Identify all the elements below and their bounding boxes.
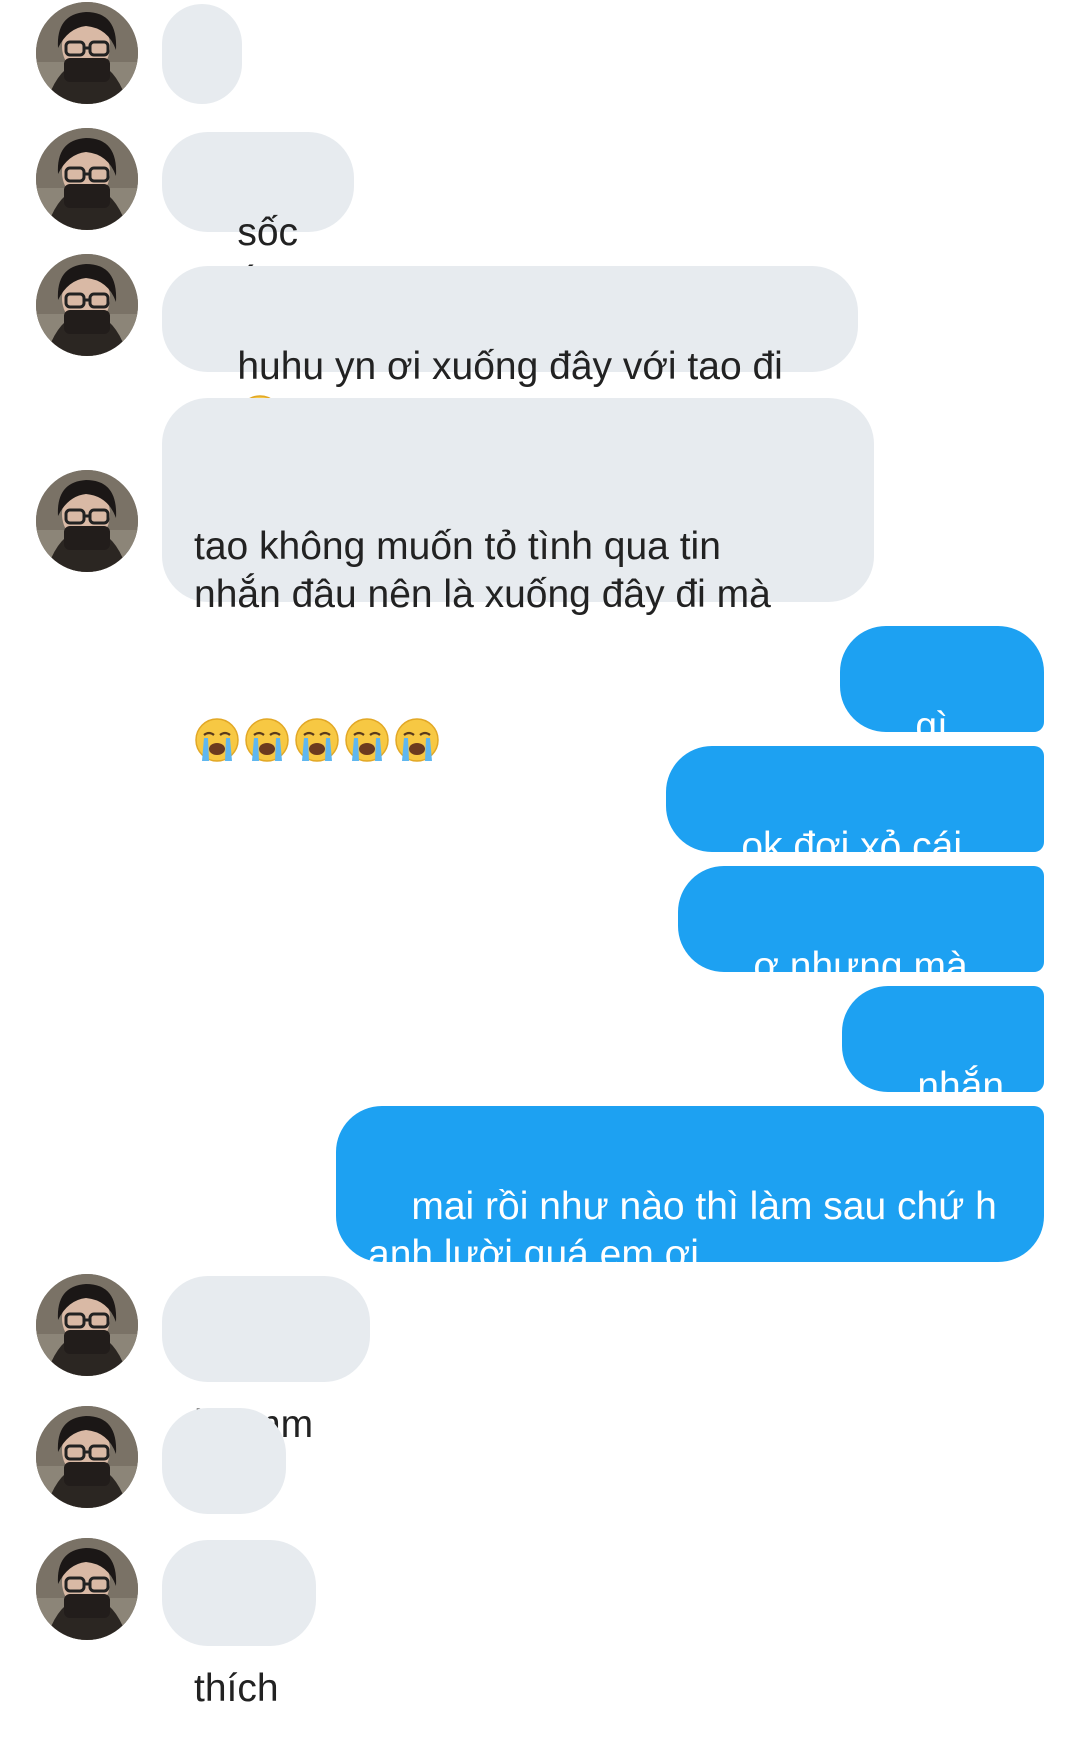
outgoing-message-bubble[interactable]: ơ nhưng mà thôi: [678, 866, 1044, 1036]
incoming-message-bubble[interactable]: hmmm: [162, 1276, 370, 1446]
loudly-crying-face-icon: [194, 717, 240, 763]
incoming-message-bubble[interactable]: thích: [162, 1540, 316, 1710]
incoming-message-bubble[interactable]: tao: [162, 1408, 286, 1578]
avatar[interactable]: [36, 2, 138, 104]
outgoing-message-bubble[interactable]: nhắn đi: [842, 986, 1044, 1156]
avatar[interactable]: [36, 1538, 138, 1640]
outgoing-message-bubble[interactable]: mai rồi như nào thì làm sau chứ h anh lư…: [336, 1106, 1044, 1276]
avatar[interactable]: [36, 254, 138, 356]
incoming-message-bubble[interactable]: vl: [162, 4, 242, 174]
avatar[interactable]: [36, 1406, 138, 1508]
message-text: huhu yn ơi xuống đây với tao đi: [237, 345, 783, 388]
incoming-message-bubble[interactable]: sốc quá: [162, 132, 354, 302]
loudly-crying-face-icon: [244, 717, 290, 763]
avatar[interactable]: [36, 128, 138, 230]
loudly-crying-face-icon: [294, 717, 340, 763]
message-text: mai rồi như nào thì làm sau chứ h anh lư…: [368, 1185, 997, 1276]
loudly-crying-face-icon: [344, 717, 390, 763]
message-text: tao không muốn tỏ tình qua tin nhắn đâu …: [194, 525, 771, 616]
loudly-crying-face-icon: [394, 717, 440, 763]
outgoing-message-bubble[interactable]: ok đợi xỏ cái dép: [666, 746, 1044, 916]
incoming-message-bubble[interactable]: huhu yn ơi xuống đây với tao đi: [162, 266, 858, 439]
message-thread: vl sốc quá huhu yn ơi xuống đây với tao …: [0, 0, 1079, 1710]
incoming-message-bubble[interactable]: tao không muốn tỏ tình qua tin nhắn đâu …: [162, 398, 874, 762]
avatar[interactable]: [36, 1274, 138, 1376]
outgoing-message-bubble[interactable]: gì cer ?!: [840, 626, 1044, 796]
message-text: thích: [194, 1667, 279, 1710]
avatar[interactable]: [36, 470, 138, 572]
